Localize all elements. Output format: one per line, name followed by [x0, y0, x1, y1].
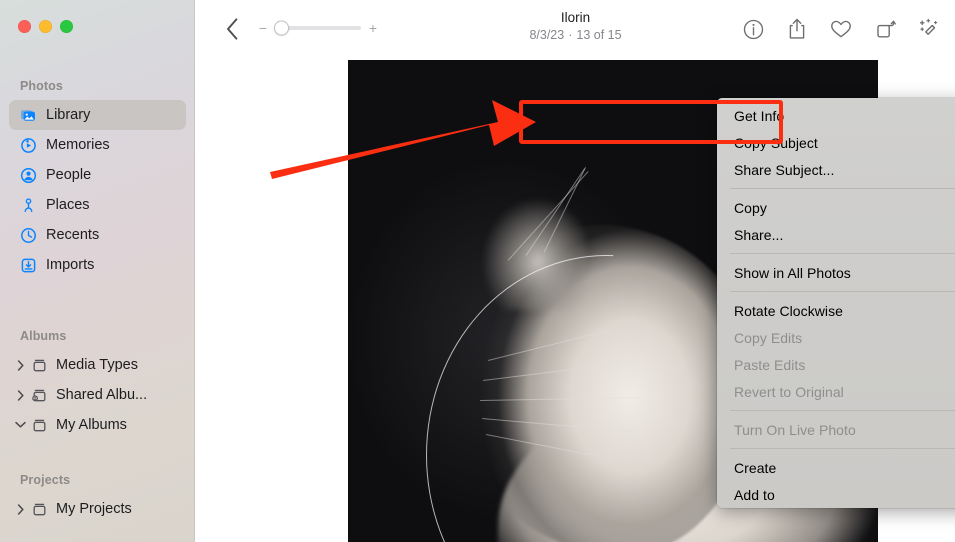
sidebar-section-header-projects: Projects [20, 473, 71, 487]
sidebar-item-label: My Albums [56, 417, 127, 433]
menu-item-label: Show in All Photos [734, 264, 851, 281]
menu-item-label: Share Subject... [734, 161, 835, 178]
sidebar-item-label: Media Types [56, 357, 138, 373]
album-icon [30, 356, 48, 374]
share-icon[interactable] [784, 16, 810, 42]
main-content: − + Ilorin 8/3/23 · 13 of 15 Get Info Co… [196, 0, 955, 542]
menu-item-revert-to-original: Revert to Original [717, 378, 955, 405]
sidebar-item-shared-albums[interactable]: Shared Albu... [9, 380, 186, 410]
rotate-icon[interactable] [872, 16, 898, 42]
menu-item-copy[interactable]: Copy [717, 194, 955, 221]
menu-item-label: Create [734, 459, 777, 476]
zoom-slider[interactable]: − + [258, 20, 378, 36]
photo-index-count: 13 of 15 [576, 28, 622, 42]
recents-icon [19, 226, 37, 244]
sidebar-item-label: Shared Albu... [56, 387, 148, 403]
zoom-out-label[interactable]: − [258, 21, 268, 35]
sidebar-section-projects: Projects My Projects [0, 473, 194, 524]
back-button[interactable] [218, 14, 246, 44]
menu-item-share[interactable]: Share... [717, 221, 955, 248]
sidebar-item-label: Recents [46, 227, 100, 243]
sidebar-section-photos: Photos Library Memories People Places Re… [0, 79, 194, 280]
places-icon [19, 196, 37, 214]
sidebar-item-media-types[interactable]: Media Types [9, 350, 186, 380]
menu-separator [730, 291, 955, 292]
chevron-right-icon[interactable] [14, 503, 27, 515]
sidebar-section-header-albums: Albums [20, 329, 67, 343]
memories-icon [19, 136, 37, 154]
menu-item-add-to[interactable]: Add to› [717, 481, 955, 508]
favorite-icon[interactable] [828, 16, 854, 42]
chevron-down-icon[interactable] [14, 421, 27, 429]
sidebar-item-memories[interactable]: Memories [9, 130, 186, 160]
sidebar-item-imports[interactable]: Imports [9, 250, 186, 280]
zoom-in-label[interactable]: + [368, 21, 378, 35]
menu-item-label: Paste Edits [734, 356, 806, 373]
menu-item-label: Turn On Live Photo [734, 421, 856, 438]
menu-item-rotate-clockwise[interactable]: Rotate Clockwise [717, 297, 955, 324]
sidebar-section-albums: Albums Media Types Shared Albu... My Alb… [0, 329, 194, 440]
menu-item-copy-edits: Copy Edits [717, 324, 955, 351]
chevron-right-icon[interactable] [14, 359, 27, 371]
sidebar-item-label: Library [46, 107, 91, 123]
chevron-right-icon[interactable] [14, 389, 27, 401]
sidebar-item-label: Imports [46, 257, 95, 273]
menu-separator [730, 448, 955, 449]
menu-item-label: Copy Subject [734, 134, 818, 151]
album-icon [30, 416, 48, 434]
sidebar-item-recents[interactable]: Recents [9, 220, 186, 250]
menu-item-label: Rotate Clockwise [734, 302, 843, 319]
menu-item-copy-subject[interactable]: Copy Subject [717, 129, 955, 156]
menu-separator [730, 410, 955, 411]
menu-item-show-in-all-photos[interactable]: Show in All Photos [717, 259, 955, 286]
menu-item-label: Revert to Original [734, 383, 844, 400]
sidebar-item-label: My Projects [56, 501, 132, 517]
sidebar-item-places[interactable]: Places [9, 190, 186, 220]
sidebar-item-people[interactable]: People [9, 160, 186, 190]
menu-separator [730, 188, 955, 189]
zoom-slider-knob[interactable] [274, 20, 289, 36]
photos-app-window: Photos Library Memories People Places Re… [0, 0, 955, 542]
people-icon [19, 166, 37, 184]
sidebar-item-label: Memories [46, 137, 110, 153]
subtitle-separator: · [568, 28, 573, 42]
menu-item-label: Copy [734, 199, 767, 216]
sidebar-item-library[interactable]: Library [9, 100, 186, 130]
sidebar-item-my-albums[interactable]: My Albums [9, 410, 186, 440]
menu-item-label: Add to [734, 486, 775, 503]
sidebar-item-label: People [46, 167, 92, 183]
menu-item-share-subject[interactable]: Share Subject... [717, 156, 955, 183]
context-menu[interactable]: Get Info Copy Subject Share Subject... Copy… [717, 98, 955, 508]
album-icon [30, 500, 48, 518]
sidebar: Photos Library Memories People Places Re… [0, 0, 195, 542]
menu-item-paste-edits: Paste Edits [717, 351, 955, 378]
sidebar-item-label: Places [46, 197, 90, 213]
shared-album-icon [30, 386, 48, 404]
sidebar-scroll-area[interactable]: Photos Library Memories People Places Re… [0, 0, 194, 542]
menu-item-label: Copy Edits [734, 329, 803, 346]
toolbar: − + Ilorin 8/3/23 · 13 of 15 [196, 0, 955, 60]
menu-item-label: Share... [734, 226, 784, 243]
zoom-slider-track[interactable] [274, 20, 361, 36]
imports-icon [19, 256, 37, 274]
sidebar-section-header-photos: Photos [20, 79, 63, 93]
toolbar-icon-group [740, 16, 942, 42]
photo-date: 8/3/23 [529, 28, 565, 42]
menu-item-turn-on-live-photo: Turn On Live Photo [717, 416, 955, 443]
menu-item-get-info[interactable]: Get Info [717, 102, 955, 129]
menu-separator [730, 253, 955, 254]
sidebar-item-my-projects[interactable]: My Projects [9, 494, 186, 524]
menu-item-create[interactable]: Create› [717, 454, 955, 481]
library-icon [19, 106, 37, 124]
auto-enhance-icon[interactable] [916, 16, 942, 42]
menu-item-label: Get Info [734, 107, 785, 124]
info-icon[interactable] [740, 16, 766, 42]
